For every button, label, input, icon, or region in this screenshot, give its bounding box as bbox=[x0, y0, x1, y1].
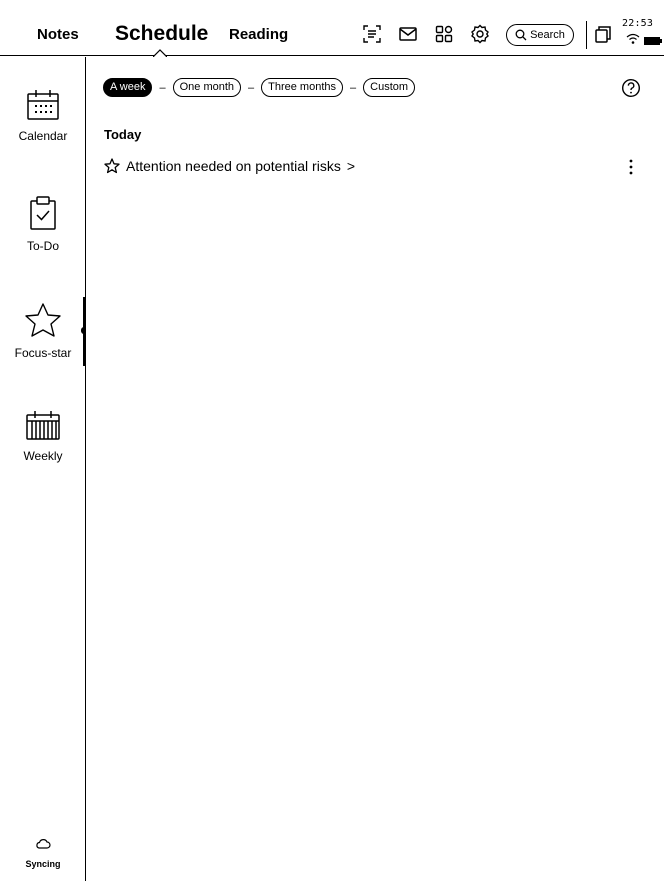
active-indicator-dot bbox=[81, 327, 86, 334]
search-label: Search bbox=[530, 29, 565, 41]
active-tab-pointer bbox=[153, 49, 167, 57]
sidebar-item-label: Calendar bbox=[18, 129, 68, 143]
wifi-icon bbox=[626, 33, 640, 40]
list-item[interactable]: Attention needed on potential risks > bbox=[104, 158, 355, 174]
status-icons bbox=[626, 33, 662, 45]
time-range-filters: A week – One month – Three months – Cust… bbox=[103, 78, 416, 97]
sidebar-item-label: Focus-star bbox=[14, 346, 72, 360]
list-item-text: Attention needed on potential risks bbox=[126, 158, 341, 174]
sidebar: Calendar To-Do Focus-star Weekly Syncing bbox=[0, 57, 86, 881]
more-vertical-icon[interactable] bbox=[626, 158, 636, 176]
sidebar-item-focus-star[interactable]: Focus-star bbox=[0, 302, 86, 360]
filter-one-month[interactable]: One month bbox=[172, 78, 242, 97]
window-switch-icon[interactable] bbox=[593, 24, 613, 44]
sidebar-item-label: Weekly bbox=[23, 449, 63, 463]
tab-reading[interactable]: Reading bbox=[229, 26, 288, 43]
cloud-icon bbox=[36, 839, 51, 849]
sidebar-item-calendar[interactable]: Calendar bbox=[0, 89, 86, 143]
weekly-calendar-icon bbox=[26, 411, 60, 440]
filter-separator: – bbox=[248, 81, 255, 94]
sidebar-item-todo[interactable]: To-Do bbox=[0, 195, 86, 253]
search-icon bbox=[515, 29, 527, 41]
search-button[interactable]: Search bbox=[506, 24, 574, 46]
tab-notes[interactable]: Notes bbox=[37, 26, 79, 43]
section-title-today: Today bbox=[104, 127, 142, 142]
filter-custom[interactable]: Custom bbox=[363, 78, 416, 97]
filter-three-months[interactable]: Three months bbox=[261, 78, 344, 97]
sidebar-item-label: To-Do bbox=[26, 239, 59, 253]
sync-status[interactable]: Syncing bbox=[0, 837, 86, 869]
toolbar-divider bbox=[586, 21, 587, 49]
apps-grid-icon[interactable] bbox=[434, 24, 454, 44]
star-icon bbox=[25, 303, 61, 337]
battery-icon bbox=[644, 37, 662, 45]
top-bar: Notes Schedule Reading Search 22:53 bbox=[0, 0, 664, 57]
help-circle-icon[interactable] bbox=[621, 78, 641, 98]
filter-separator: – bbox=[350, 81, 357, 94]
chevron-right-icon: > bbox=[346, 158, 355, 174]
status-time: 22:53 bbox=[622, 18, 654, 29]
sidebar-item-weekly[interactable]: Weekly bbox=[0, 409, 86, 463]
mail-icon[interactable] bbox=[398, 24, 418, 44]
filter-a-week[interactable]: A week bbox=[103, 78, 153, 97]
todo-clipboard-icon bbox=[30, 196, 56, 230]
settings-gear-icon[interactable] bbox=[470, 24, 490, 44]
scan-text-icon[interactable] bbox=[362, 24, 382, 44]
tab-schedule[interactable]: Schedule bbox=[115, 22, 208, 46]
calendar-icon bbox=[27, 90, 59, 120]
filter-separator: – bbox=[159, 81, 166, 94]
sync-label: Syncing bbox=[25, 859, 61, 869]
star-outline-icon bbox=[104, 158, 120, 174]
